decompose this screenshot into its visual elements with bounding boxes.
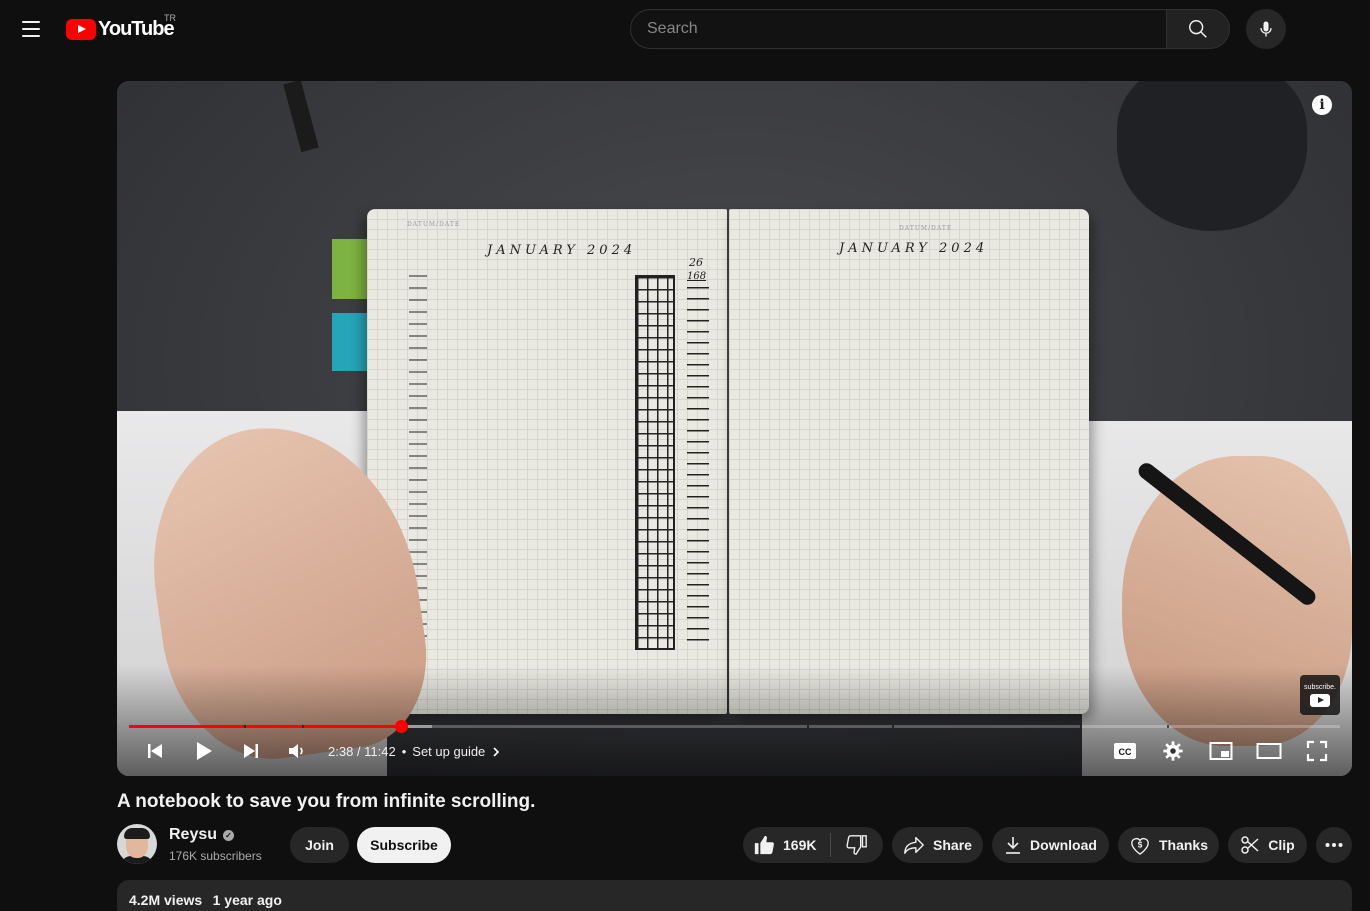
notebook-tab-teal <box>332 313 370 371</box>
search-box <box>630 9 1167 49</box>
download-label: Download <box>1030 837 1097 853</box>
watermark-play-icon <box>1310 693 1330 707</box>
captions-button[interactable]: CC <box>1111 737 1139 765</box>
share-label: Share <box>933 837 972 853</box>
like-count: 169K <box>783 837 817 853</box>
subscribe-button[interactable]: Subscribe <box>357 827 451 863</box>
video-player[interactable]: DATUM/DATE JANUARY 2024 26 168 DATUM/DAT… <box>117 81 1352 776</box>
progress-bar[interactable] <box>129 720 1340 733</box>
cc-icon: CC <box>1114 743 1136 759</box>
page-header-label: DATUM/DATE <box>407 221 461 228</box>
youtube-play-logo-icon <box>66 18 96 40</box>
chapter-marker <box>1079 725 1082 728</box>
chapter-marker <box>244 725 247 728</box>
avatar[interactable] <box>117 824 157 864</box>
download-icon <box>1006 837 1021 854</box>
subscribe-label: Subscribe <box>370 837 438 853</box>
video-frame: DATUM/DATE JANUARY 2024 26 168 DATUM/DAT… <box>117 81 1352 776</box>
next-icon <box>244 744 258 758</box>
channel-name: Reysu <box>169 826 218 843</box>
youtube-logo[interactable]: YouTube TR <box>66 13 176 41</box>
chapter-marker <box>807 725 810 728</box>
notebook-tab-green <box>332 239 370 299</box>
chapter-marker <box>1166 725 1169 728</box>
chapter-marker <box>302 725 305 728</box>
habit-grid <box>635 275 675 650</box>
time-display: 2:38 / 11:42 • Set up guide <box>328 744 503 759</box>
column-sub-number: 168 <box>687 271 707 282</box>
more-icon <box>1325 843 1343 847</box>
previous-button[interactable] <box>141 737 169 765</box>
svg-text:CC: CC <box>1119 747 1132 757</box>
chevron-right-icon <box>493 746 500 757</box>
miniplayer-button[interactable] <box>1207 737 1235 765</box>
separator-dot: • <box>401 744 407 759</box>
join-button[interactable]: Join <box>290 827 349 863</box>
clip-label: Clip <box>1268 837 1295 853</box>
notebook-page-right: DATUM/DATE JANUARY 2024 <box>729 209 1089 714</box>
more-actions-button[interactable] <box>1316 827 1352 863</box>
thumbs-up-icon <box>754 835 774 855</box>
previous-icon <box>148 744 162 758</box>
thanks-label: Thanks <box>1158 837 1208 853</box>
search-input[interactable] <box>647 20 1167 38</box>
settings-button[interactable] <box>1159 737 1187 765</box>
progress-played <box>129 725 402 728</box>
column-top-number: 26 <box>689 256 703 269</box>
miniplayer-icon <box>1209 742 1233 760</box>
thumbs-down-icon <box>846 835 868 855</box>
chapter-marker <box>891 725 894 728</box>
theater-mode-button[interactable] <box>1255 737 1283 765</box>
play-button[interactable] <box>189 737 217 765</box>
tally-lines <box>687 287 709 647</box>
share-button[interactable]: Share <box>892 827 983 863</box>
next-button[interactable] <box>237 737 265 765</box>
logo-text: YouTube <box>98 17 175 40</box>
fullscreen-icon <box>1306 740 1328 762</box>
volume-icon <box>289 744 303 758</box>
subscriber-count: 176K subscribers <box>169 849 262 863</box>
volume-button[interactable] <box>283 737 311 765</box>
hamburger-icon[interactable] <box>14 12 48 46</box>
fullscreen-button[interactable] <box>1303 737 1331 765</box>
view-count: 4.2M views <box>129 892 203 908</box>
share-icon <box>904 836 924 854</box>
chapter-title: Set up guide <box>412 744 486 759</box>
play-icon <box>197 742 212 760</box>
description-box[interactable]: 4.2M views 1 year ago <box>117 880 1352 911</box>
page-header-label-right: DATUM/DATE <box>899 225 953 232</box>
voice-search-button[interactable] <box>1246 9 1286 49</box>
channel-link[interactable]: Reysu ✓ <box>169 826 235 844</box>
time-current-duration: 2:38 / 11:42 <box>328 744 396 759</box>
video-title: A notebook to save you from infinite scr… <box>117 791 536 812</box>
search-button[interactable] <box>1166 9 1230 49</box>
info-icon[interactable]: i <box>1312 95 1332 115</box>
upload-date: 1 year ago <box>212 892 282 908</box>
like-dislike-group: 169K <box>743 827 883 863</box>
clip-button[interactable]: Clip <box>1228 827 1307 863</box>
masthead: YouTube TR <box>0 0 1370 56</box>
scissors-icon <box>1241 836 1259 854</box>
left-page-heading: JANUARY 2024 <box>487 243 637 258</box>
like-button[interactable]: 169K <box>743 833 832 857</box>
watermark-text: subscribe. <box>1304 683 1336 691</box>
search-icon <box>1189 20 1207 38</box>
svg-text:$: $ <box>1138 841 1143 850</box>
thanks-icon: $ <box>1131 838 1149 855</box>
theater-icon <box>1256 743 1282 759</box>
right-page-heading: JANUARY 2024 <box>839 241 989 256</box>
subscribe-watermark[interactable]: subscribe. <box>1300 675 1340 715</box>
dislike-button[interactable] <box>831 827 883 863</box>
open-notebook: DATUM/DATE JANUARY 2024 26 168 DATUM/DAT… <box>367 209 1089 714</box>
verified-icon: ✓ <box>223 829 235 841</box>
region-code: TR <box>164 13 176 23</box>
microphone-icon <box>1260 21 1272 37</box>
gear-icon <box>1163 741 1183 761</box>
thanks-button[interactable]: $ Thanks <box>1118 827 1219 863</box>
chapter-button[interactable]: Set up guide <box>412 744 503 759</box>
avatar-hair <box>124 828 150 839</box>
join-label: Join <box>305 837 334 853</box>
download-button[interactable]: Download <box>992 827 1109 863</box>
